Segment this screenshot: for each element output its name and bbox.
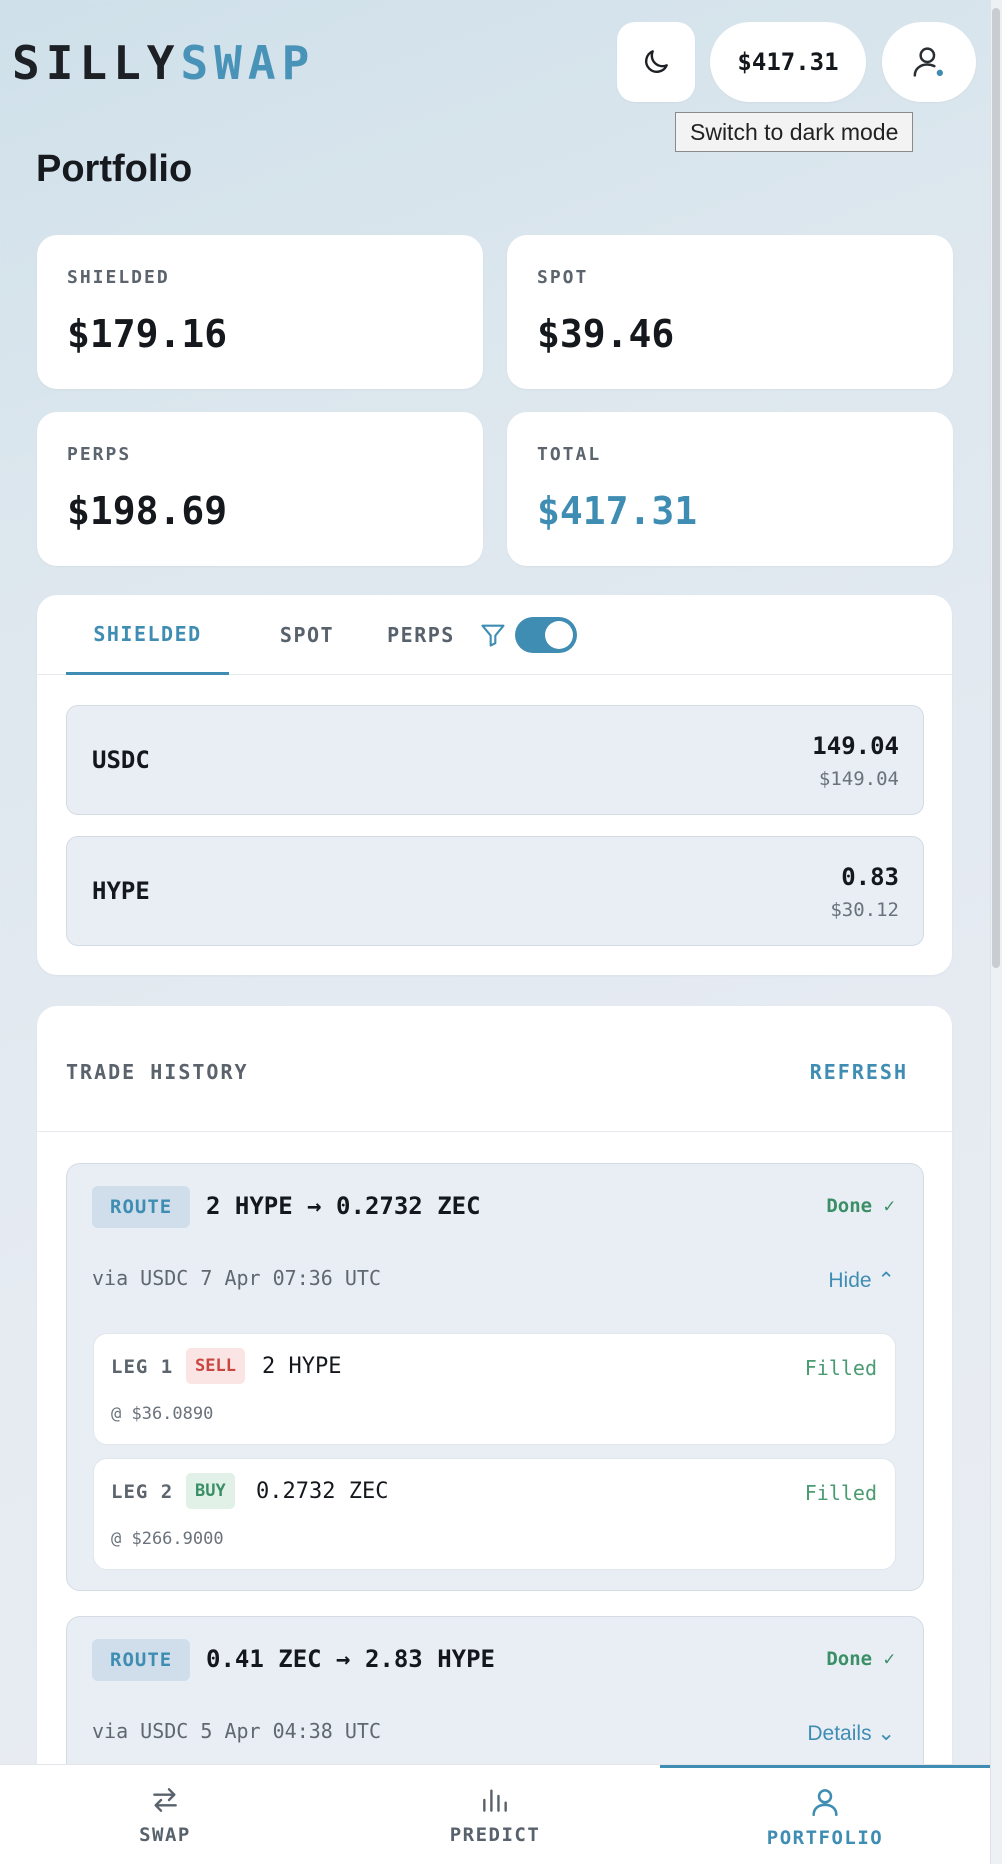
details-link[interactable]: Details ⌄ (807, 1721, 895, 1746)
trade-meta: via USDC 7 Apr 07:36 UTC (92, 1266, 381, 1290)
nav-item-swap[interactable]: SWAP (0, 1765, 330, 1864)
side-badge-buy: BUY (186, 1473, 235, 1509)
asset-row-hype[interactable]: HYPE 0.83 $30.12 (66, 836, 924, 946)
hide-details-link[interactable]: Hide ⌃ (828, 1268, 895, 1293)
tab-shielded[interactable]: SHIELDED (66, 595, 229, 675)
trade-history-panel: TRADE HISTORY REFRESH ROUTE 2 HYPE → 0.2… (37, 1006, 952, 1864)
summary-label: SHIELDED (67, 267, 170, 288)
leg-label: LEG 1 (111, 1356, 174, 1378)
trade-leg: LEG 1 SELL 2 HYPE Filled @ $36.0890 (93, 1333, 896, 1445)
leg-label: LEG 2 (111, 1481, 174, 1503)
summary-value: $39.46 (537, 312, 675, 356)
route-badge: ROUTE (92, 1186, 191, 1228)
leg-quantity: 2 HYPE (262, 1354, 342, 1379)
toggle-knob (545, 621, 573, 649)
bar-chart-icon (483, 1789, 507, 1812)
theme-tooltip: Switch to dark mode (675, 112, 914, 152)
nav-item-portfolio[interactable]: PORTFOLIO (660, 1765, 990, 1864)
route-badge: ROUTE (92, 1639, 191, 1681)
leg-status: Filled (804, 1481, 877, 1505)
trade-history-header: TRADE HISTORY REFRESH (37, 1006, 952, 1132)
trade-leg: LEG 2 BUY 0.2732 ZEC Filled @ $266.9000 (93, 1458, 896, 1570)
trade-item: ROUTE 2 HYPE → 0.2732 ZEC Done ✓ via USD… (66, 1163, 924, 1591)
filter-toggle[interactable] (515, 617, 577, 653)
filter-icon[interactable] (479, 621, 507, 649)
user-icon (913, 47, 945, 78)
summary-card-perps: PERPS $198.69 (37, 412, 483, 566)
nav-label: SWAP (139, 1824, 191, 1846)
tab-spot[interactable]: SPOT (247, 595, 367, 675)
holdings-tabs: SHIELDED SPOT PERPS (37, 595, 952, 675)
scrollbar-thumb[interactable] (992, 8, 1000, 968)
asset-amount: 149.04 (812, 732, 899, 760)
theme-toggle-button[interactable] (617, 22, 695, 102)
trade-summary: 2 HYPE → 0.2732 ZEC (206, 1192, 481, 1220)
leg-quantity: 0.2732 ZEC (256, 1479, 389, 1504)
summary-label: PERPS (67, 444, 132, 465)
bottom-nav: SWAP PREDICT PORTFOLIO (0, 1764, 990, 1864)
moon-icon (645, 50, 668, 73)
page-title: Portfolio (36, 148, 193, 190)
swap-arrows-icon (153, 1788, 177, 1812)
logo-part-swap: SWAP (180, 36, 316, 90)
summary-value: $198.69 (67, 489, 228, 533)
page-scrollbar[interactable] (990, 0, 1002, 1864)
summary-value-total: $417.31 (537, 489, 698, 533)
nav-label: PORTFOLIO (766, 1826, 884, 1849)
logo-part-silly: SILLY (12, 36, 181, 90)
app-root: SILLYSWAP $417.31 Switch to dark mode Po… (0, 0, 990, 1864)
trade-meta: via USDC 5 Apr 04:38 UTC (92, 1719, 381, 1743)
holdings-panel: SHIELDED SPOT PERPS USDC 149.04 $149.04 … (37, 595, 952, 975)
balance-button[interactable]: $417.31 (710, 22, 866, 102)
leg-status: Filled (804, 1356, 877, 1380)
leg-price: @ $266.9000 (111, 1529, 224, 1549)
asset-symbol: USDC (92, 746, 150, 774)
side-badge-sell: SELL (186, 1348, 245, 1384)
account-button[interactable] (882, 22, 976, 102)
trade-status: Done ✓ (826, 1648, 895, 1670)
nav-label: PREDICT (449, 1824, 541, 1846)
summary-card-shielded: SHIELDED $179.16 (37, 235, 483, 389)
tab-perps[interactable]: PERPS (365, 595, 477, 675)
summary-value: $179.16 (67, 312, 228, 356)
asset-amount: 0.83 (841, 863, 899, 891)
summary-label: TOTAL (537, 444, 602, 465)
user-icon (812, 1788, 838, 1816)
trade-status: Done ✓ (826, 1195, 895, 1217)
trade-summary: 0.41 ZEC → 2.83 HYPE (206, 1645, 495, 1673)
summary-card-spot: SPOT $39.46 (507, 235, 953, 389)
asset-row-usdc[interactable]: USDC 149.04 $149.04 (66, 705, 924, 815)
asset-usd-value: $149.04 (818, 768, 899, 790)
summary-label: SPOT (537, 267, 589, 288)
leg-price: @ $36.0890 (111, 1404, 214, 1424)
summary-card-total: TOTAL $417.31 (507, 412, 953, 566)
nav-item-predict[interactable]: PREDICT (330, 1765, 660, 1864)
asset-symbol: HYPE (92, 877, 150, 905)
trade-history-title: TRADE HISTORY (66, 1060, 249, 1084)
asset-usd-value: $30.12 (830, 899, 899, 921)
refresh-button[interactable]: REFRESH (810, 1060, 908, 1084)
app-logo[interactable]: SILLYSWAP (12, 36, 315, 90)
